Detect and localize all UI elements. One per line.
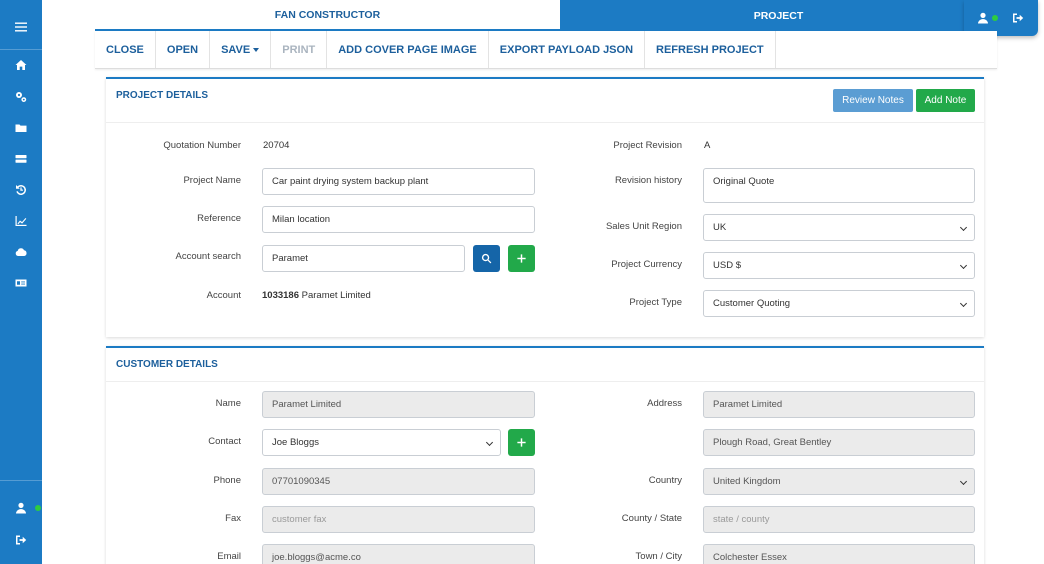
quotation-number-value: 20704 <box>263 140 290 151</box>
name-label: Name <box>215 398 241 409</box>
reference-input[interactable]: Milan location <box>262 206 535 233</box>
user-icon[interactable] <box>977 12 989 24</box>
account-label: Account <box>206 290 241 301</box>
id-card-icon[interactable] <box>0 270 42 296</box>
reference-label: Reference <box>197 213 241 224</box>
project-currency-select[interactable]: USD $ <box>703 252 975 279</box>
project-name-label: Project Name <box>183 175 241 186</box>
project-details-panel: PROJECT DETAILS Review Notes Add Note Qu… <box>106 77 984 337</box>
project-revision-label: Project Revision <box>613 140 682 151</box>
revision-history-textarea[interactable]: Original Quote <box>703 168 975 203</box>
panel-title: PROJECT DETAILS <box>116 90 209 101</box>
add-contact-button[interactable] <box>508 429 535 456</box>
tab-project[interactable]: PROJECT <box>560 0 997 31</box>
menu-icon[interactable] <box>0 14 42 40</box>
email-input[interactable]: joe.bloggs@acme.co <box>262 544 535 564</box>
project-currency-label: Project Currency <box>611 259 682 270</box>
add-cover-page-image-button[interactable]: ADD COVER PAGE IMAGE <box>327 31 489 68</box>
top-tabs: FAN CONSTRUCTOR PROJECT <box>95 0 997 31</box>
add-note-button[interactable]: Add Note <box>916 89 975 112</box>
account-search-label: Account search <box>175 251 241 262</box>
online-status-dot <box>35 505 41 511</box>
save-label: SAVE <box>221 43 251 56</box>
panel-title: CUSTOMER DETAILS <box>116 359 218 370</box>
history-icon[interactable] <box>0 177 42 203</box>
project-name-input[interactable]: Car paint drying system backup plant <box>262 168 535 195</box>
phone-label: Phone <box>213 475 241 486</box>
sidebar <box>0 0 42 564</box>
print-button[interactable]: PRINT <box>271 31 328 68</box>
contact-select[interactable]: Joe Bloggs <box>262 429 501 456</box>
sidebar-divider <box>0 49 42 50</box>
server-icon[interactable] <box>0 146 42 172</box>
sign-out-icon[interactable] <box>0 527 42 553</box>
project-type-label: Project Type <box>629 297 682 308</box>
sidebar-divider <box>0 480 42 481</box>
close-button[interactable]: CLOSE <box>95 31 156 68</box>
refresh-project-button[interactable]: REFRESH PROJECT <box>645 31 776 68</box>
email-label: Email <box>217 551 241 562</box>
plus-icon <box>517 438 526 447</box>
contact-label: Contact <box>208 436 241 447</box>
phone-input[interactable]: 07701090345 <box>262 468 535 495</box>
fax-label: Fax <box>225 513 241 524</box>
quotation-number-label: Quotation Number <box>163 140 241 151</box>
account-search-input[interactable]: Paramet <box>262 245 465 272</box>
project-type-select[interactable]: Customer Quoting <box>703 290 975 317</box>
fax-input[interactable]: customer fax <box>262 506 535 533</box>
tab-fan-constructor[interactable]: FAN CONSTRUCTOR <box>95 0 560 31</box>
account-id: 1033186 <box>262 290 299 301</box>
sales-unit-region-label: Sales Unit Region <box>605 221 682 232</box>
add-account-button[interactable] <box>508 245 535 272</box>
customer-details-panel: CUSTOMER DETAILS Name Paramet Limited Co… <box>106 346 984 564</box>
account-value: 1033186 Paramet Limited <box>262 290 371 301</box>
project-revision-value: A <box>704 140 711 151</box>
cloud-icon[interactable] <box>0 239 42 265</box>
save-dropdown-button[interactable]: SAVE <box>210 31 272 68</box>
county-state-label: County / State <box>621 513 682 524</box>
country-label: Country <box>648 475 682 486</box>
customer-name-input[interactable]: Paramet Limited <box>262 391 535 418</box>
review-notes-button[interactable]: Review Notes <box>833 89 913 112</box>
caret-down-icon <box>253 47 260 52</box>
chart-icon[interactable] <box>0 208 42 234</box>
county-state-input[interactable]: state / county <box>703 506 975 533</box>
address-line2-input[interactable]: Plough Road, Great Bentley <box>703 429 975 456</box>
home-icon[interactable] <box>0 52 42 78</box>
search-icon <box>481 253 492 264</box>
address-line1-input[interactable]: Paramet Limited <box>703 391 975 418</box>
town-city-label: Town / City <box>635 551 682 562</box>
folder-icon[interactable] <box>0 115 42 141</box>
app-root: FAN CONSTRUCTOR PROJECT CLOSE OPEN SAVE … <box>0 0 1044 564</box>
cogs-icon[interactable] <box>0 84 42 110</box>
address-label: Address <box>647 398 682 409</box>
online-status-dot <box>992 15 998 21</box>
sign-out-icon[interactable] <box>1012 12 1024 24</box>
account-name: Paramet Limited <box>301 290 371 301</box>
export-payload-json-button[interactable]: EXPORT PAYLOAD JSON <box>489 31 646 68</box>
town-city-input[interactable]: Colchester Essex <box>703 544 975 564</box>
account-search-button[interactable] <box>473 245 500 272</box>
country-select[interactable]: United Kingdom <box>703 468 975 495</box>
sales-unit-region-select[interactable]: UK <box>703 214 975 241</box>
open-button[interactable]: OPEN <box>156 31 211 68</box>
revision-history-label: Revision history <box>614 175 682 186</box>
panel-header: PROJECT DETAILS Review Notes Add Note <box>106 79 984 123</box>
plus-icon <box>517 254 526 263</box>
toolbar: CLOSE OPEN SAVE PRINT ADD COVER PAGE IMA… <box>95 31 997 69</box>
panel-header: CUSTOMER DETAILS <box>106 348 984 382</box>
